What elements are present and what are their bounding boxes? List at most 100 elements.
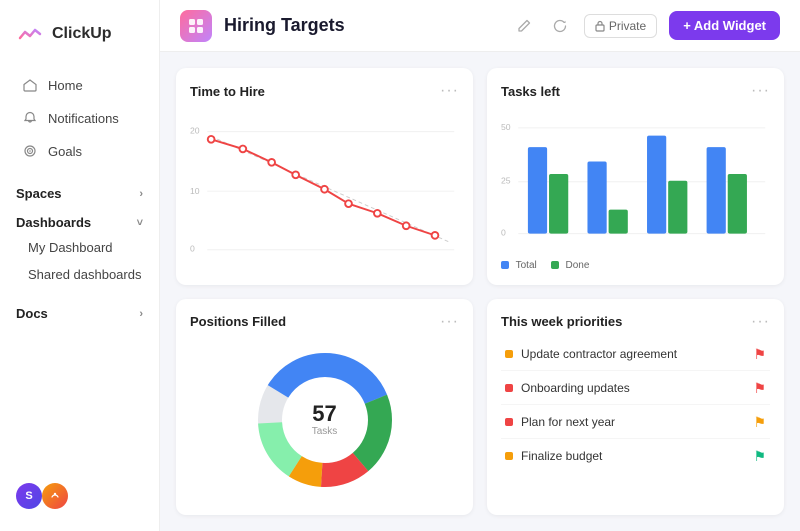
grid-icon [187, 17, 205, 35]
svg-text:0: 0 [190, 244, 195, 254]
sidebar-item-my-dashboard[interactable]: My Dashboard [0, 234, 159, 261]
priorities-menu[interactable]: ··· [751, 313, 770, 331]
priority-dot-1 [505, 350, 513, 358]
shared-dashboards-label: Shared dashboards [28, 267, 141, 282]
priority-flag-3: ⚑ [753, 414, 766, 431]
priority-left-4: Finalize budget [505, 449, 602, 463]
target-icon [22, 143, 38, 159]
logo-text: ClickUp [52, 25, 112, 43]
priority-item-2: Onboarding updates ⚑ [501, 373, 770, 405]
priority-item-3: Plan for next year ⚑ [501, 407, 770, 439]
page-icon [180, 10, 212, 42]
sidebar-item-notifications[interactable]: Notifications [6, 102, 153, 134]
bar-chart-legend: Total Done [501, 260, 770, 271]
spaces-label: Spaces [16, 186, 62, 201]
priority-flag-2: ⚑ [753, 380, 766, 397]
tasks-left-chart: 50 25 0 [501, 108, 770, 271]
docs-chevron-icon: › [139, 308, 143, 320]
priority-label-2: Onboarding updates [521, 381, 630, 395]
priority-label-3: Plan for next year [521, 415, 615, 429]
svg-text:20: 20 [190, 126, 200, 136]
donut-svg [245, 340, 405, 500]
lock-icon [595, 20, 605, 32]
legend-total: Total [501, 260, 537, 271]
edit-button[interactable] [512, 14, 536, 38]
sidebar-item-goals[interactable]: Goals [6, 135, 153, 167]
priorities-list: Update contractor agreement ⚑ Onboarding… [501, 339, 770, 502]
sidebar-footer: S [0, 473, 159, 519]
chevron-down-icon: ˅ [137, 217, 143, 229]
positions-filled-header: Positions Filled ··· [190, 313, 459, 331]
priority-left-1: Update contractor agreement [505, 347, 677, 361]
sidebar-item-home[interactable]: Home [6, 69, 153, 101]
time-to-hire-widget: Time to Hire ··· 20 10 0 [176, 68, 473, 285]
priorities-title: This week priorities [501, 314, 622, 329]
priority-dot-2 [505, 384, 513, 392]
priorities-widget: This week priorities ··· Update contract… [487, 299, 784, 516]
time-to-hire-title: Time to Hire [190, 84, 265, 99]
svg-text:50: 50 [501, 122, 511, 132]
page-title: Hiring Targets [224, 15, 500, 36]
done-dot [551, 261, 559, 269]
priorities-header: This week priorities ··· [501, 313, 770, 331]
priority-label-4: Finalize budget [521, 449, 602, 463]
page-header: Hiring Targets Private + Add Widget [160, 0, 800, 52]
dashboard-grid: Time to Hire ··· 20 10 0 [160, 52, 800, 531]
sidebar-section-dashboards[interactable]: Dashboards ˅ [0, 205, 159, 234]
priority-item-4: Finalize budget ⚑ [501, 441, 770, 472]
positions-filled-menu[interactable]: ··· [440, 313, 459, 331]
add-widget-button[interactable]: + Add Widget [669, 11, 780, 40]
refresh-icon [552, 18, 568, 34]
positions-filled-widget: Positions Filled ··· [176, 299, 473, 516]
tasks-left-svg: 50 25 0 [501, 108, 770, 254]
clickup-logo-icon [16, 20, 44, 48]
private-label: Private [609, 19, 646, 33]
time-to-hire-svg: 20 10 0 [190, 108, 459, 271]
svg-text:10: 10 [190, 186, 200, 196]
time-to-hire-header: Time to Hire ··· [190, 82, 459, 100]
main-content: Hiring Targets Private + Add Widget Time… [160, 0, 800, 531]
priority-left-3: Plan for next year [505, 415, 615, 429]
positions-filled-title: Positions Filled [190, 314, 286, 329]
refresh-button[interactable] [548, 14, 572, 38]
avatar-s2[interactable] [42, 483, 68, 509]
sidebar-item-goals-label: Goals [48, 144, 82, 159]
tasks-left-widget: Tasks left ··· 50 25 0 [487, 68, 784, 285]
sidebar-item-notifications-label: Notifications [48, 111, 119, 126]
sidebar-item-shared-dashboards[interactable]: Shared dashboards [0, 261, 159, 288]
priority-dot-3 [505, 418, 513, 426]
sidebar-section-docs[interactable]: Docs › [0, 296, 159, 325]
sidebar: ClickUp Home Notifications Goals Spaces … [0, 0, 160, 531]
bell-icon [22, 110, 38, 126]
sidebar-item-home-label: Home [48, 78, 83, 93]
home-icon [22, 77, 38, 93]
svg-text:25: 25 [501, 176, 511, 186]
time-to-hire-chart: 20 10 0 [190, 108, 459, 271]
tasks-left-title: Tasks left [501, 84, 560, 99]
priority-flag-1: ⚑ [753, 346, 766, 363]
time-to-hire-menu[interactable]: ··· [440, 82, 459, 100]
edit-icon [516, 18, 532, 34]
avatar-s[interactable]: S [16, 483, 42, 509]
priority-label-1: Update contractor agreement [521, 347, 677, 361]
add-widget-label: + Add Widget [683, 18, 766, 33]
chevron-right-icon: › [139, 188, 143, 200]
sidebar-section-spaces[interactable]: Spaces › [0, 176, 159, 205]
priority-left-2: Onboarding updates [505, 381, 630, 395]
dashboards-label: Dashboards [16, 215, 91, 230]
priority-flag-4: ⚑ [753, 448, 766, 465]
total-dot [501, 261, 509, 269]
tasks-left-header: Tasks left ··· [501, 82, 770, 100]
header-actions: Private + Add Widget [512, 11, 780, 40]
my-dashboard-label: My Dashboard [28, 240, 113, 255]
docs-label: Docs [16, 306, 48, 321]
private-badge[interactable]: Private [584, 14, 657, 38]
priority-dot-4 [505, 452, 513, 460]
tasks-left-menu[interactable]: ··· [751, 82, 770, 100]
sidebar-nav: Home Notifications Goals Spaces › Dashbo… [0, 64, 159, 473]
priority-item-1: Update contractor agreement ⚑ [501, 339, 770, 371]
svg-text:0: 0 [501, 228, 506, 238]
legend-done: Done [551, 260, 590, 271]
logo[interactable]: ClickUp [0, 12, 159, 64]
donut-chart-area: 57 Tasks [190, 339, 459, 502]
